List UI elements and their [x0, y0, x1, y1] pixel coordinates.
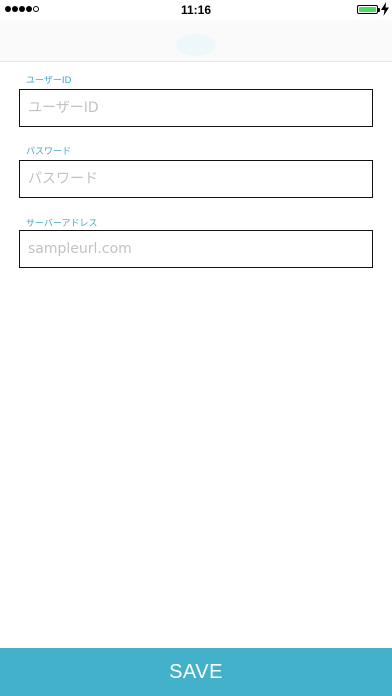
save-button[interactable]: SAVE	[0, 648, 392, 696]
server-address-label: サーバーアドレス	[26, 219, 98, 229]
nav-bar	[0, 20, 392, 62]
app-logo-icon	[176, 34, 216, 56]
password-label: パスワード	[26, 147, 72, 157]
status-time: 11:16	[180, 3, 212, 17]
battery-tip	[378, 8, 380, 12]
status-bar: 11:16	[0, 0, 392, 20]
user-id-input[interactable]	[19, 89, 373, 127]
user-id-label: ユーザーID	[26, 76, 72, 86]
battery-icon	[357, 5, 378, 14]
server-address-input[interactable]	[19, 230, 373, 268]
password-input[interactable]	[19, 160, 373, 198]
battery-fill	[359, 7, 376, 12]
bolt-icon	[381, 2, 389, 16]
